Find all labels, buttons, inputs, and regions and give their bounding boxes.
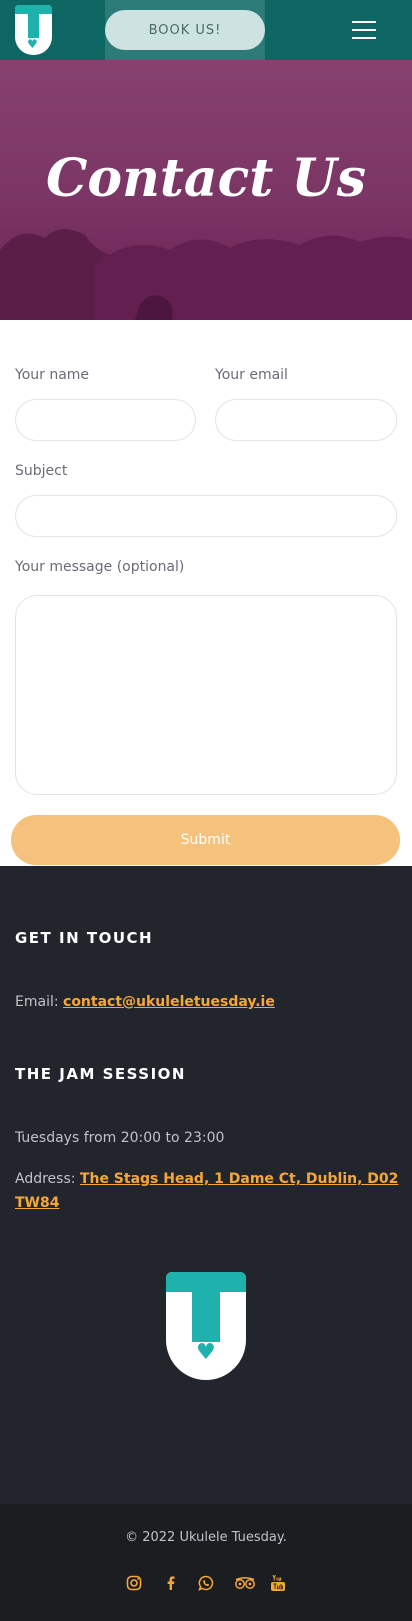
email-link[interactable]: contact@ukuleletuesday.ie (63, 994, 275, 1010)
facebook-icon[interactable] (159, 1571, 183, 1595)
address-line: Address: The Stags Head, 1 Dame Ct, Dubl… (15, 1167, 400, 1215)
book-us-button[interactable]: BOOK US! (105, 10, 265, 50)
site-header: ♥ BOOK US! (0, 0, 412, 60)
subject-label: Subject (15, 463, 68, 479)
get-in-touch-heading: GET IN TOUCH (15, 929, 154, 947)
hero-banner: Contact Us (0, 60, 412, 320)
subject-field[interactable] (15, 495, 397, 537)
page-title: Contact Us (46, 148, 366, 209)
email-label: Your email (215, 367, 288, 383)
message-label: Your message (optional) (15, 559, 185, 575)
hamburger-menu-icon[interactable] (352, 19, 376, 41)
email-field[interactable] (215, 399, 397, 441)
email-line: Email: contact@ukuleletuesday.ie (15, 990, 400, 1014)
book-us-container: BOOK US! (105, 0, 265, 60)
name-label: Your name (15, 367, 90, 383)
instagram-icon[interactable] (122, 1571, 146, 1595)
trees-background (0, 229, 412, 320)
schedule-text: Tuesdays from 20:00 to 23:00 (15, 1130, 225, 1146)
message-textarea[interactable] (15, 595, 397, 795)
footer-logo-icon: ♥ (166, 1272, 246, 1380)
tripadvisor-icon[interactable] (231, 1571, 259, 1595)
copyright-text: © 2022 Ukulele Tuesday. (125, 1530, 287, 1545)
whatsapp-icon[interactable] (194, 1571, 218, 1595)
copyright-bar: © 2022 Ukulele Tuesday. (0, 1504, 412, 1621)
ukulele-tuesday-logo-icon[interactable]: ♥ (15, 5, 52, 55)
address-prefix: Address: (15, 1171, 80, 1187)
email-prefix: Email: (15, 994, 64, 1010)
name-field[interactable] (15, 399, 196, 441)
youtube-icon[interactable] (266, 1571, 290, 1595)
jam-session-heading: THE JAM SESSION (15, 1065, 186, 1083)
submit-button[interactable]: Submit (11, 815, 400, 865)
